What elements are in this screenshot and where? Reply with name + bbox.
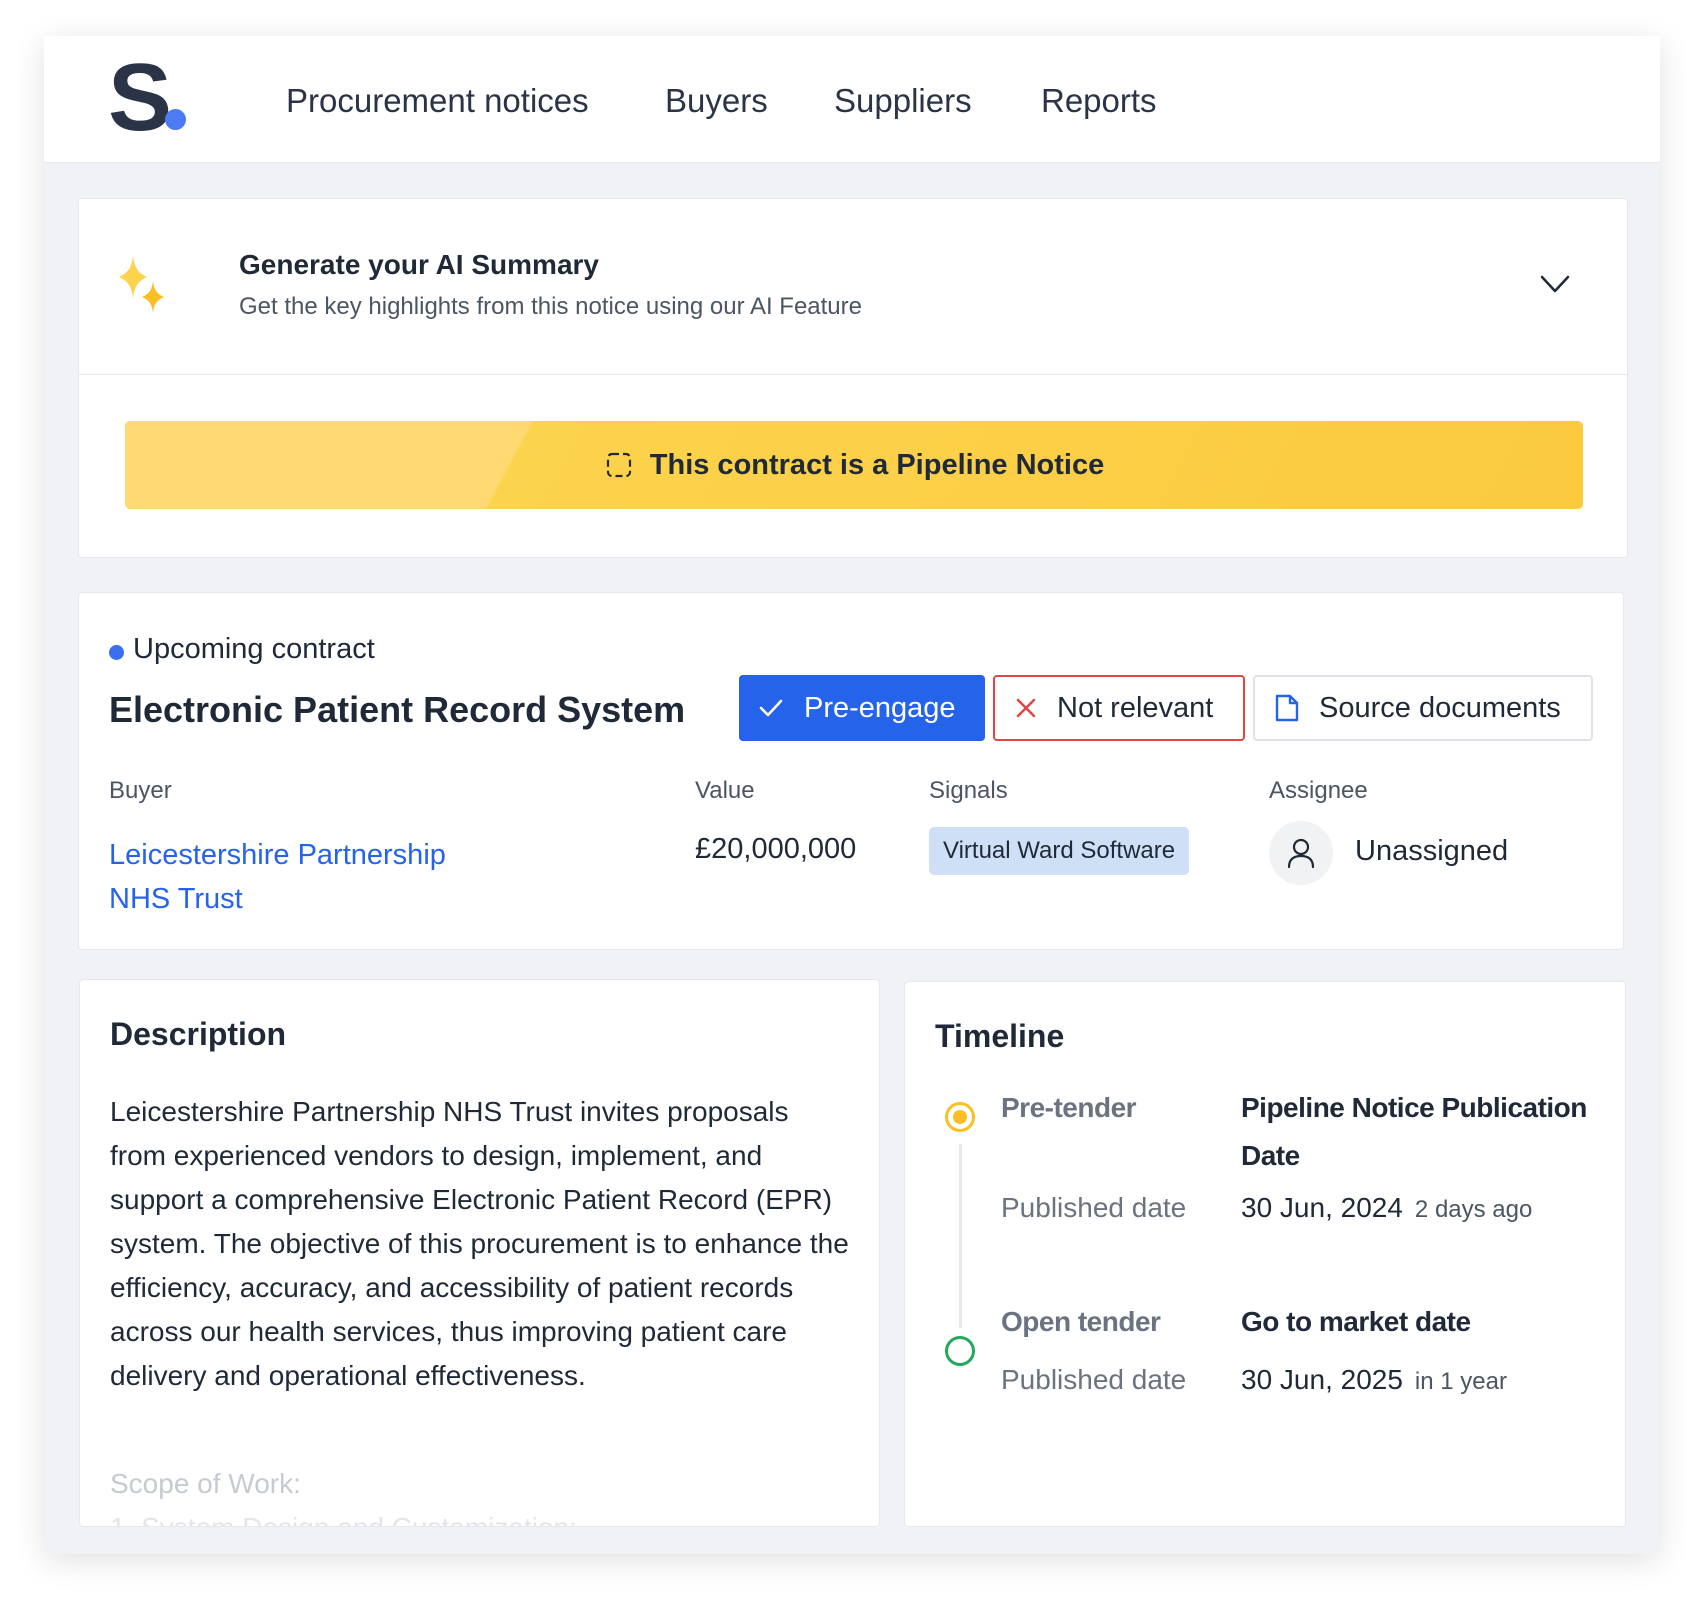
- source-documents-button[interactable]: Source documents: [1253, 675, 1593, 741]
- signal-chip[interactable]: Virtual Ward Software: [929, 827, 1190, 875]
- logo[interactable]: S: [108, 50, 198, 146]
- pipeline-notice-text: This contract is a Pipeline Notice: [649, 448, 1105, 481]
- user-icon: [1287, 838, 1315, 869]
- app-window: S Procurement notices Buyers Suppliers R…: [44, 36, 1660, 1554]
- ai-summary-subtitle: Get the key highlights from this notice …: [239, 293, 862, 320]
- status-dot-icon: [109, 645, 124, 660]
- ai-summary-card: Generate your AI Summary Get the key hig…: [78, 198, 1629, 558]
- sparkle-icon: [119, 255, 164, 313]
- source-documents-label: Source documents: [1319, 691, 1561, 724]
- open-stage-icon: [945, 1336, 975, 1366]
- logo-dot: [165, 109, 186, 130]
- not-relevant-label: Not relevant: [1057, 691, 1214, 724]
- buyer-link[interactable]: Leicestershire Partnership NHS Trust: [109, 833, 509, 921]
- ai-summary-header[interactable]: Generate your AI Summary Get the key hig…: [79, 199, 1629, 375]
- description-overflow: Scope of Work: 1. System Design and Cust…: [110, 1462, 850, 1526]
- not-relevant-button[interactable]: Not relevant: [993, 675, 1245, 741]
- value-label: Value: [695, 777, 755, 804]
- nav-buyers[interactable]: Buyers: [665, 82, 768, 120]
- nav-procurement-notices[interactable]: Procurement notices: [286, 82, 589, 120]
- pre-engage-label: Pre-engage: [804, 691, 956, 724]
- avatar[interactable]: [1269, 821, 1333, 885]
- ai-summary-title: Generate your AI Summary: [239, 249, 599, 280]
- timeline-relative: 2 days ago: [1414, 1196, 1533, 1223]
- description-body: Leicestershire Partnership NHS Trust inv…: [110, 1096, 849, 1391]
- contract-header-card: Upcoming contract Electronic Patient Rec…: [78, 592, 1624, 950]
- timeline-published-label: Published date: [1001, 1192, 1187, 1223]
- timeline-date-value: 30 Jun, 2025: [1241, 1364, 1403, 1395]
- timeline-event-go-to-market: Go to market date: [1241, 1306, 1471, 1337]
- description-card: Description Leicestershire Partnership N…: [79, 979, 880, 1527]
- scope-heading: Scope of Work:: [110, 1468, 301, 1499]
- pending-stage-icon: [945, 1102, 975, 1132]
- pre-engage-button[interactable]: Pre-engage: [739, 675, 985, 741]
- timeline-stage-pre-tender: Pre-tender: [1001, 1092, 1137, 1123]
- contract-status: Upcoming contract: [133, 633, 375, 665]
- chevron-down-icon[interactable]: [1539, 267, 1571, 299]
- timeline-card: Timeline Pre-tender Pipeline Notice Publ…: [904, 981, 1626, 1527]
- assignee-value[interactable]: Unassigned: [1355, 835, 1508, 868]
- signals-label: Signals: [929, 777, 1008, 804]
- close-icon: [1016, 698, 1036, 718]
- timeline-stage-open-tender: Open tender: [1001, 1306, 1161, 1337]
- logo-letter: S: [108, 44, 173, 151]
- timeline-relative: in 1 year: [1414, 1368, 1507, 1395]
- timeline-event-pipeline: Pipeline Notice Publication Date: [1241, 1092, 1587, 1171]
- contract-title: Electronic Patient Record System: [109, 689, 686, 730]
- assignee-label: Assignee: [1269, 777, 1368, 804]
- contract-value: £20,000,000: [695, 833, 857, 865]
- pipeline-icon: [606, 452, 631, 478]
- scope-item: 1. System Design and Customization:: [110, 1506, 850, 1526]
- timeline-published-label: Published date: [1001, 1364, 1187, 1395]
- timeline-date-value: 30 Jun, 2024: [1241, 1192, 1403, 1223]
- buyer-label: Buyer: [109, 777, 172, 804]
- description-title: Description: [110, 1016, 287, 1052]
- document-icon: [1275, 694, 1299, 722]
- check-icon: [759, 699, 783, 717]
- top-navigation: S Procurement notices Buyers Suppliers R…: [44, 36, 1660, 163]
- timeline-title: Timeline: [935, 1018, 1065, 1054]
- nav-suppliers[interactable]: Suppliers: [834, 82, 972, 120]
- pipeline-notice-banner: This contract is a Pipeline Notice: [125, 421, 1583, 509]
- nav-reports[interactable]: Reports: [1041, 82, 1157, 120]
- timeline-date: 30 Jun, 2025 in 1 year: [1241, 1364, 1507, 1396]
- timeline-date: 30 Jun, 2024 2 days ago: [1241, 1192, 1532, 1224]
- timeline-connector: [959, 1144, 962, 1328]
